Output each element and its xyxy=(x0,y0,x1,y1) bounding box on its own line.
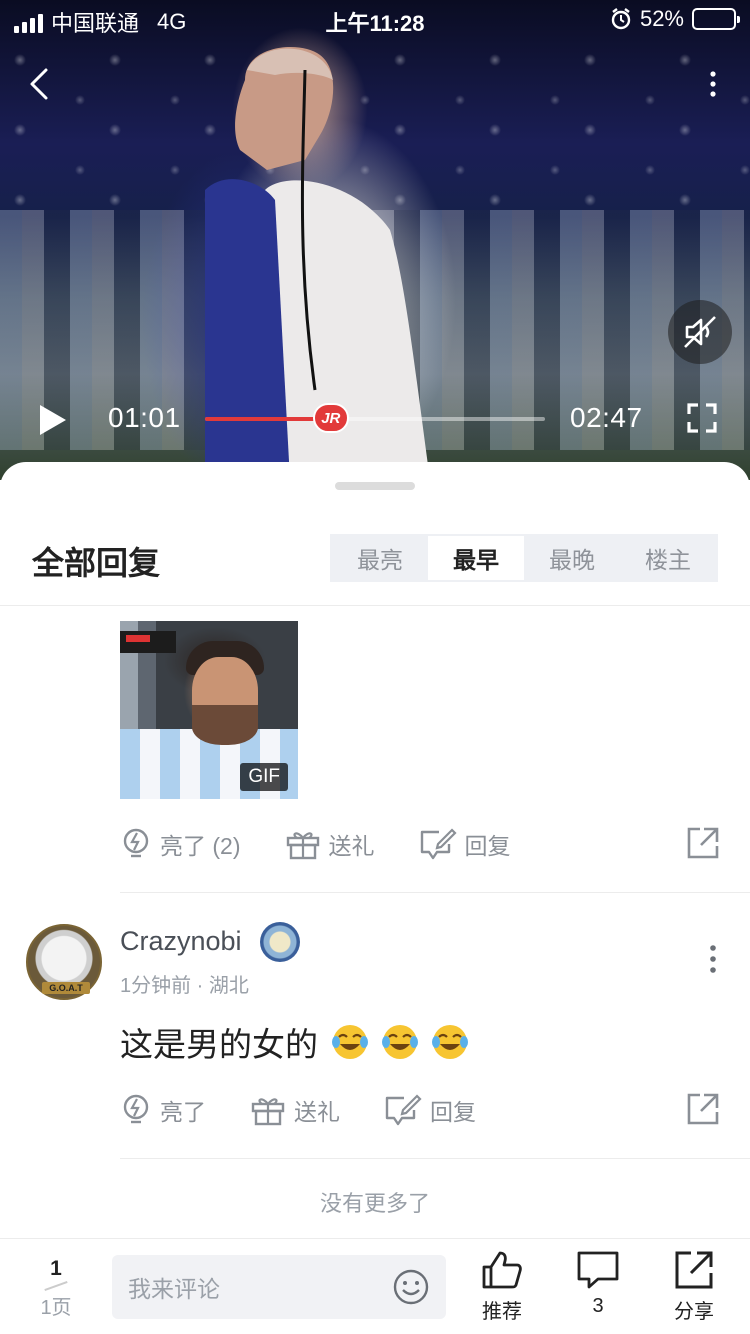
more-options-icon[interactable] xyxy=(698,66,728,106)
page-indicator[interactable]: 1 1页 xyxy=(28,1257,84,1320)
like-button[interactable]: 亮了 (2) xyxy=(120,827,241,861)
page-total: 1页 xyxy=(40,1297,72,1319)
replies-sheet: 全部回复 最亮 最早 最晚 楼主 GIF 亮了 (2) 送礼 回复 G.O.A.… xyxy=(0,462,750,1334)
tab-earliest[interactable]: 最早 xyxy=(428,536,524,580)
progress-played xyxy=(205,417,331,421)
like-button[interactable]: 亮了 xyxy=(120,1093,206,1127)
current-time: 01:01 xyxy=(108,402,181,433)
comments-count: 3 xyxy=(592,1295,604,1317)
share-button[interactable]: 分享 xyxy=(664,1249,724,1324)
back-icon[interactable] xyxy=(22,62,62,106)
comment-meta: 1分钟前 · 湖北 xyxy=(120,975,249,997)
speaker-muted-icon xyxy=(684,316,716,348)
sheet-drag-handle[interactable] xyxy=(335,482,415,490)
battery-percent: 52% xyxy=(639,6,684,31)
recommend-button[interactable]: 推荐 xyxy=(472,1249,532,1324)
thumbs-up-icon xyxy=(482,1251,522,1289)
comment-placeholder: 我来评论 xyxy=(128,1276,220,1302)
gift-button[interactable]: 送礼 xyxy=(250,1093,340,1127)
header-divider xyxy=(0,605,750,606)
mute-button[interactable] xyxy=(668,300,732,364)
recommend-label: 推荐 xyxy=(482,1301,522,1323)
status-bar: 中国联通 4G 上午11:28 52% xyxy=(0,0,750,40)
comment-divider xyxy=(120,1158,750,1159)
tab-op-only[interactable]: 楼主 xyxy=(620,536,716,580)
laugh-cry-emoji-icon xyxy=(382,1025,418,1059)
comment-actions: 亮了 (2) 送礼 回复 xyxy=(120,822,720,866)
lightbulb-icon xyxy=(123,828,149,858)
gift-label: 送礼 xyxy=(328,833,375,859)
page-current: 1 xyxy=(50,1257,62,1280)
gif-thumbnail[interactable]: GIF xyxy=(120,621,298,799)
comment-input[interactable]: 我来评论 xyxy=(112,1255,446,1319)
lightbulb-icon xyxy=(123,1094,149,1124)
replies-title: 全部回复 xyxy=(32,545,161,581)
play-icon[interactable] xyxy=(34,402,70,438)
bottom-bar: 1 1页 我来评论 推荐 3 分享 xyxy=(0,1238,750,1334)
progress-track[interactable] xyxy=(205,417,545,421)
total-time: 02:47 xyxy=(570,402,643,433)
like-label: 亮了 xyxy=(160,1099,206,1125)
gift-icon xyxy=(251,1098,285,1126)
reply-button[interactable]: 回复 xyxy=(384,1093,476,1127)
comment-divider xyxy=(120,892,750,893)
progress-thumb[interactable]: JR xyxy=(312,403,349,433)
fullscreen-icon[interactable] xyxy=(686,402,718,434)
battery-icon xyxy=(692,8,740,30)
sort-tabs: 最亮 最早 最晚 楼主 xyxy=(330,534,718,582)
username[interactable]: Crazynobi xyxy=(120,926,242,957)
no-more-text: 没有更多了 xyxy=(319,1191,430,1216)
user-badge-icon xyxy=(260,922,300,962)
video-controls: 01:01 JR 02:47 xyxy=(0,390,750,446)
comments-button[interactable]: 3 xyxy=(568,1249,628,1318)
emoji-icon[interactable] xyxy=(392,1268,430,1306)
comment-text: 这是男的女的 xyxy=(120,1026,318,1063)
gift-icon xyxy=(286,832,319,860)
comment-more-icon[interactable] xyxy=(698,942,728,982)
share-icon xyxy=(675,1251,713,1289)
edit-reply-icon xyxy=(385,1094,422,1126)
page-separator xyxy=(44,1280,68,1292)
tab-latest[interactable]: 最晚 xyxy=(524,536,620,580)
comment-bubble-icon xyxy=(577,1251,619,1289)
avatar[interactable]: G.O.A.T xyxy=(26,924,102,1000)
alarm-icon xyxy=(611,8,631,30)
share-icon[interactable] xyxy=(686,826,720,860)
share-icon[interactable] xyxy=(686,1092,720,1126)
gif-badge: GIF xyxy=(240,763,288,791)
avatar-caption: G.O.A.T xyxy=(42,982,90,994)
video-player[interactable]: 中国联通 4G 上午11:28 52% 01:01 JR 02:47 xyxy=(0,0,750,480)
laugh-cry-emoji-icon xyxy=(432,1025,468,1059)
reply-label: 回复 xyxy=(464,833,511,859)
gift-label: 送礼 xyxy=(294,1099,340,1125)
share-label: 分享 xyxy=(674,1301,714,1323)
edit-reply-icon xyxy=(420,828,457,860)
laugh-cry-emoji-icon xyxy=(332,1025,368,1059)
comment-body: 这是男的女的 xyxy=(120,1018,470,1066)
comment-actions: 亮了 送礼 回复 xyxy=(120,1088,720,1132)
reply-button[interactable]: 回复 xyxy=(419,827,511,861)
reply-label: 回复 xyxy=(430,1099,476,1125)
tab-brightest[interactable]: 最亮 xyxy=(332,536,428,580)
like-label: 亮了 (2) xyxy=(160,833,241,859)
gift-button[interactable]: 送礼 xyxy=(285,827,375,861)
